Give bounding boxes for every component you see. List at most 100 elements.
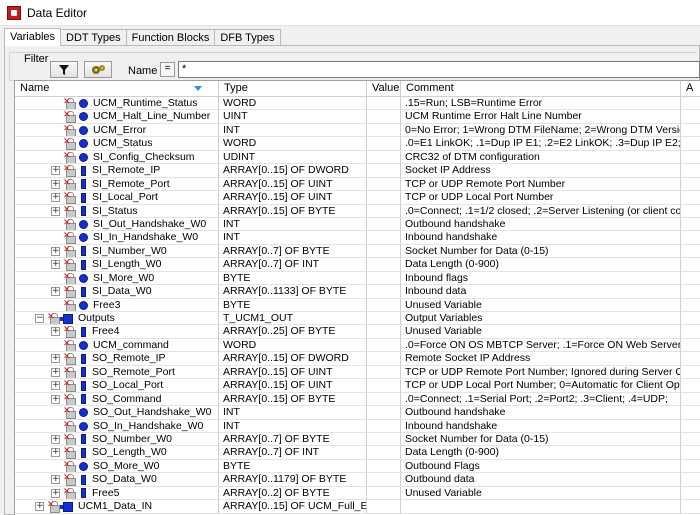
extra-cell[interactable] — [681, 124, 700, 138]
table-row[interactable]: ✕ SI_Config_Checksum UDINT CRC32 of DTM con… — [15, 150, 700, 165]
extra-cell[interactable] — [681, 473, 700, 487]
expand-icon[interactable]: + — [51, 367, 60, 377]
comment-cell[interactable]: Socket Number for Data (0-15) — [401, 432, 681, 447]
expand-icon[interactable]: + — [35, 502, 44, 512]
table-row[interactable]: + ✕ SI_Data_W0 ARRAY[0..1133] OF BYTE Inboun… — [15, 285, 700, 299]
expand-icon[interactable]: + — [51, 354, 60, 364]
extra-cell[interactable] — [681, 460, 700, 474]
extra-cell[interactable] — [681, 325, 700, 339]
table-row[interactable]: + ✕ SI_Length_W0 ARRAY[0..7] OF INT Data Len… — [15, 258, 700, 272]
type-cell[interactable]: T_UCM1_OUT — [219, 312, 367, 326]
type-cell[interactable]: ARRAY[0..15] OF UINT — [219, 379, 367, 393]
value-cell[interactable] — [367, 365, 401, 380]
value-cell[interactable] — [367, 419, 401, 433]
comment-cell[interactable]: .0=Connect; .1=Serial Port; .2=Port2; .3… — [401, 392, 681, 407]
table-row[interactable]: + ✕ Free4 ARRAY[0..25] OF BYTE Unused Variab… — [15, 325, 700, 339]
name-cell[interactable]: + ✕ SI_Remote_IP — [15, 164, 219, 178]
extra-cell[interactable] — [681, 352, 700, 366]
table-row[interactable]: ✕ UCM_Runtime_Status WORD .15=Run; LSB=Runt… — [15, 97, 700, 111]
comment-cell[interactable]: TCP or UDP Remote Port Number — [401, 177, 681, 192]
type-cell[interactable]: ARRAY[0..15] OF UINT — [219, 177, 367, 192]
extra-cell[interactable] — [681, 420, 700, 433]
type-cell[interactable]: INT — [219, 123, 367, 138]
name-cell[interactable]: + ✕ Free4 — [15, 325, 219, 339]
type-cell[interactable]: ARRAY[0..1179] OF BYTE — [219, 473, 367, 487]
table-row[interactable]: + ✕ UCM1_Data_IN ARRAY[0..15] OF UCM_Full_E… — [15, 500, 700, 514]
value-cell[interactable] — [367, 244, 401, 259]
extra-cell[interactable] — [681, 164, 700, 178]
name-cell[interactable]: + ✕ SI_Status — [15, 204, 219, 218]
name-cell[interactable]: + ✕ SO_Number_W0 — [15, 432, 219, 447]
table-row[interactable]: + ✕ SO_Remote_Port ARRAY[0..15] OF UINT TCP … — [15, 365, 700, 380]
name-cell[interactable]: + ✕ Free5 — [15, 486, 219, 501]
type-cell[interactable]: INT — [219, 419, 367, 433]
extra-cell[interactable] — [681, 178, 700, 192]
value-cell[interactable] — [367, 150, 401, 165]
value-cell[interactable] — [367, 204, 401, 218]
expand-icon[interactable]: + — [51, 434, 60, 444]
tab-variables[interactable]: Variables — [4, 28, 62, 46]
type-cell[interactable]: INT — [219, 406, 367, 420]
type-cell[interactable]: ARRAY[0..15] OF DWORD — [219, 164, 367, 178]
extra-cell[interactable] — [681, 231, 700, 245]
extra-cell[interactable] — [681, 110, 700, 124]
comment-cell[interactable]: UCM Runtime Error Halt Line Number — [401, 110, 681, 124]
name-cell[interactable]: + ✕ SO_Length_W0 — [15, 446, 219, 460]
value-cell[interactable] — [367, 338, 401, 353]
comment-cell[interactable]: Outbound handshake — [401, 217, 681, 232]
value-cell[interactable] — [367, 271, 401, 286]
value-cell[interactable] — [367, 97, 401, 111]
comment-cell[interactable]: CRC32 of DTM configuration — [401, 150, 681, 165]
comment-cell[interactable]: TCP or UDP Local Port Number — [401, 191, 681, 205]
value-cell[interactable] — [367, 285, 401, 299]
comment-cell[interactable]: Outbound handshake — [401, 406, 681, 420]
extra-cell[interactable] — [681, 433, 700, 447]
table-row[interactable]: + ✕ SO_Number_W0 ARRAY[0..7] OF BYTE Socket … — [15, 432, 700, 447]
extra-cell[interactable] — [681, 406, 700, 420]
expand-icon[interactable]: + — [51, 179, 60, 189]
type-cell[interactable]: UINT — [219, 110, 367, 124]
column-header-type[interactable]: Type — [219, 81, 367, 97]
comment-cell[interactable]: Socket Number for Data (0-15) — [401, 244, 681, 259]
table-row[interactable]: ✕ UCM_Status WORD .0=E1 LinkOK; .1=Dup IP E… — [15, 137, 700, 151]
type-cell[interactable]: ARRAY[0..15] OF BYTE — [219, 392, 367, 407]
value-cell[interactable] — [367, 379, 401, 393]
column-header-name[interactable]: Name — [15, 81, 219, 97]
value-cell[interactable] — [367, 231, 401, 245]
value-cell[interactable] — [367, 325, 401, 339]
type-cell[interactable]: ARRAY[0..15] OF UINT — [219, 365, 367, 380]
name-cell[interactable]: ✕ SI_Out_Handshake_W0 — [15, 217, 219, 232]
name-cell[interactable]: ✕ UCM_Status — [15, 137, 219, 151]
comment-cell[interactable] — [401, 500, 681, 514]
table-row[interactable]: ✕ SO_Out_Handshake_W0 INT Outbound handshak… — [15, 406, 700, 420]
comment-cell[interactable]: Outbound Flags — [401, 459, 681, 474]
value-cell[interactable] — [367, 164, 401, 178]
extra-cell[interactable] — [681, 191, 700, 205]
value-cell[interactable] — [367, 298, 401, 312]
table-row[interactable]: ✕ SI_More_W0 BYTE Inbound flags — [15, 271, 700, 286]
name-cell[interactable]: + ✕ SO_Remote_Port — [15, 365, 219, 380]
expand-icon[interactable]: + — [51, 475, 60, 485]
value-cell[interactable] — [367, 217, 401, 232]
name-cell[interactable]: ✕ SI_More_W0 — [15, 271, 219, 286]
name-cell[interactable]: ✕ UCM_Error — [15, 123, 219, 138]
table-row[interactable]: − ✕ Outputs T_UCM1_OUT Output Variables — [15, 312, 700, 326]
comment-cell[interactable]: Data Length (0-900) — [401, 446, 681, 460]
table-row[interactable]: + ✕ SO_Data_W0 ARRAY[0..1179] OF BYTE Outbou… — [15, 473, 700, 487]
value-cell[interactable] — [367, 352, 401, 366]
type-cell[interactable]: ARRAY[0..15] OF BYTE — [219, 204, 367, 218]
extra-cell[interactable] — [681, 446, 700, 460]
comment-cell[interactable]: Inbound data — [401, 285, 681, 299]
value-cell[interactable] — [367, 110, 401, 124]
table-row[interactable]: + ✕ SI_Status ARRAY[0..15] OF BYTE .0=Connec… — [15, 204, 700, 218]
value-cell[interactable] — [367, 312, 401, 326]
name-cell[interactable]: ✕ SO_Out_Handshake_W0 — [15, 406, 219, 420]
name-cell[interactable]: + ✕ SO_Data_W0 — [15, 473, 219, 487]
extra-cell[interactable] — [681, 500, 700, 514]
name-cell[interactable]: ✕ UCM_Runtime_Status — [15, 97, 219, 111]
extra-cell[interactable] — [681, 258, 700, 272]
type-cell[interactable]: ARRAY[0..7] OF BYTE — [219, 244, 367, 259]
value-cell[interactable] — [367, 473, 401, 487]
comment-cell[interactable]: Unused Variable — [401, 325, 681, 339]
tab-ddt-types[interactable]: DDT Types — [60, 29, 127, 46]
